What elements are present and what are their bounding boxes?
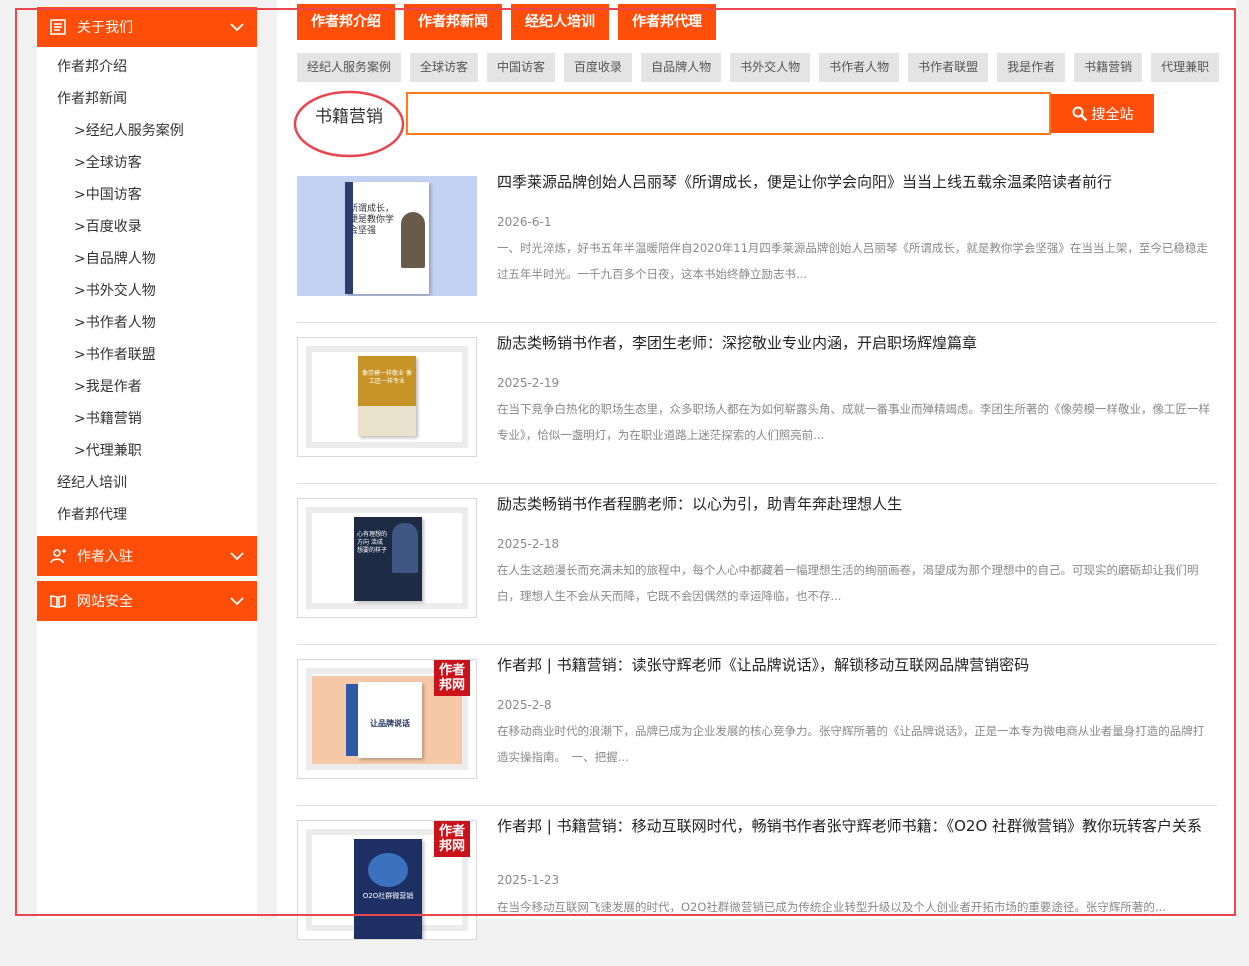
subtab-global-visitors[interactable]: 全球访客 [410,53,479,82]
book-cover-title: 像劳模一样敬业 像工匠一样专业 [362,370,412,385]
article-item[interactable]: 所谓成长，便是教你学会坚强 四季莱源品牌创始人吕丽琴《所谓成长，便是让你学会向阳… [297,161,1217,323]
subtab-agency-parttime[interactable]: 代理兼职 [1151,53,1220,82]
watermark-badge: 作者邦网 [434,821,470,857]
article-thumbnail[interactable]: 心有理想的方向 活成想要的样子 [297,498,477,618]
article-item[interactable]: 让品牌说话 作者邦网 作者邦 | 书籍营销：读张守辉老师《让品牌说话》，解锁移动… [297,644,1217,806]
article-item[interactable]: 心有理想的方向 活成想要的样子 励志类畅销书作者程鹏老师：以心为引，助青年奔赴理… [297,483,1217,645]
article-date: 2025-2-8 [497,698,552,712]
subtab-agent-cases[interactable]: 经纪人服务案例 [297,53,402,82]
sidebar-item-author-alliance[interactable]: >书作者联盟 [37,339,257,371]
author-photo [401,212,425,268]
chevron-down-icon [230,597,244,606]
main-content: 作者邦介绍 作者邦新闻 经纪人培训 作者邦代理 经纪人服务案例 全球访客 中国访… [277,0,1236,940]
category-title: 书籍营销 [315,107,383,127]
article-title[interactable]: 四季莱源品牌创始人吕丽琴《所谓成长，便是让你学会向阳》当当上线五载余温柔陪读者前… [497,169,1212,195]
sidebar-item-china-visitors[interactable]: >中国访客 [37,179,257,211]
chevron-down-icon [230,23,244,32]
article-excerpt: 在移动商业时代的浪潮下，品牌已成为企业发展的核心竞争力。张守辉所著的《让品牌说话… [497,724,1205,764]
sidebar-item-baidu-index[interactable]: >百度收录 [37,211,257,243]
sidebar-item-agency[interactable]: 作者邦代理 [37,499,257,531]
chevron-down-icon [230,552,244,561]
search-button-label: 搜全站 [1091,106,1134,123]
sidebar-section-label: 关于我们 [77,20,133,36]
book-cover-title: 所谓成长，便是教你学会坚强 [349,204,395,236]
sidebar-item-agency-parttime[interactable]: >代理兼职 [37,435,257,467]
subtab-china-visitors[interactable]: 中国访客 [487,53,556,82]
user-add-icon [49,547,67,565]
article-date: 2025-2-19 [497,376,560,390]
tab-agency[interactable]: 作者邦代理 [618,4,716,40]
tab-agent-training[interactable]: 经纪人培训 [511,4,609,40]
article-title[interactable]: 作者邦 | 书籍营销：读张守辉老师《让品牌说话》，解锁移动互联网品牌营销密码 [497,652,1212,678]
book-cover: 让品牌说话 [358,682,422,758]
subtab-book-marketing[interactable]: 书籍营销 [1074,53,1143,82]
book-icon [49,592,67,610]
book-cover-title: 心有理想的方向 活成想要的样子 [357,531,388,554]
watermark-badge: 作者邦网 [434,660,470,696]
subtab-baidu-index[interactable]: 百度收录 [564,53,633,82]
book-cover-title: O2O社群微营销 [362,892,414,900]
sidebar-item-i-am-author[interactable]: >我是作者 [37,371,257,403]
sidebar-item-book-diplomacy[interactable]: >书外交人物 [37,275,257,307]
list-icon [49,18,67,36]
book-cover: O2O社群微营销 [354,839,422,939]
sidebar-menu: 作者邦介绍 作者邦新闻 >经纪人服务案例 >全球访客 >中国访客 >百度收录 >… [37,47,257,535]
book-cover: 心有理想的方向 活成想要的样子 [354,517,422,601]
subtab-self-brand[interactable]: 自品牌人物 [641,53,722,82]
article-date: 2025-1-23 [497,873,560,887]
sidebar-item-self-brand[interactable]: >自品牌人物 [37,243,257,275]
book-cover: 所谓成长，便是教你学会坚强 [345,182,429,294]
book-spine [345,182,353,294]
article-item[interactable]: O2O社群微营销 作者邦网 作者邦 | 书籍营销：移动互联网时代，畅销书作者张守… [297,805,1217,966]
tab-news[interactable]: 作者邦新闻 [404,4,502,40]
sidebar-item-book-marketing[interactable]: >书籍营销 [37,403,257,435]
search-input[interactable] [406,92,1051,135]
article-item[interactable]: 像劳模一样敬业 像工匠一样专业 励志类畅销书作者，李团生老师：深挖敬业专业内涵，… [297,322,1217,484]
top-tabs: 作者邦介绍 作者邦新闻 经纪人培训 作者邦代理 [297,4,716,40]
sidebar-item-global-visitors[interactable]: >全球访客 [37,147,257,179]
book-cover-title: 让品牌说话 [370,719,410,728]
sidebar-section-about[interactable]: 关于我们 [37,7,257,47]
sidebar-section-site-security[interactable]: 网站安全 [37,581,257,621]
article-excerpt: 一、时光淬炼，好书五年半温暖陪伴自2020年11月四季莱源品牌创始人吕丽琴《所谓… [497,241,1208,281]
article-date: 2026-6-1 [497,215,552,229]
article-thumbnail[interactable]: O2O社群微营销 作者邦网 [297,820,477,940]
subtab-book-authors[interactable]: 书作者人物 [819,53,900,82]
article-excerpt: 在当今移动互联网飞速发展的时代，O2O社群微营销已成为传统企业转型升级以及个人创… [497,900,1166,914]
sidebar-section-label: 作者入驻 [77,549,133,565]
article-thumbnail[interactable]: 所谓成长，便是教你学会坚强 [297,176,477,296]
sidebar-section-label: 网站安全 [77,594,133,610]
sidebar-item-agent-cases[interactable]: >经纪人服务案例 [37,115,257,147]
article-title[interactable]: 励志类畅销书作者程鹏老师：以心为引，助青年奔赴理想人生 [497,491,1212,517]
article-title[interactable]: 作者邦 | 书籍营销：移动互联网时代，畅销书作者张守辉老师书籍：《O2O 社群微… [497,813,1212,839]
search-button[interactable]: 搜全站 [1051,94,1154,133]
author-photo [392,523,418,573]
book-cover: 像劳模一样敬业 像工匠一样专业 [358,356,416,436]
article-excerpt: 在当下竞争白热化的职场生态里，众多职场人都在为如何崭露头角、成就一番事业而殚精竭… [497,402,1210,442]
book-spine [346,684,358,756]
sidebar: 关于我们 作者邦介绍 作者邦新闻 >经纪人服务案例 >全球访客 >中国访客 >百… [37,7,257,919]
sidebar-item-intro[interactable]: 作者邦介绍 [37,51,257,83]
subtab-i-am-author[interactable]: 我是作者 [997,53,1066,82]
sidebar-item-news[interactable]: 作者邦新闻 [37,83,257,115]
article-title[interactable]: 励志类畅销书作者，李团生老师：深挖敬业专业内涵，开启职场辉煌篇章 [497,330,1212,356]
sidebar-section-author-join[interactable]: 作者入驻 [37,536,257,576]
subtab-book-diplomacy[interactable]: 书外交人物 [730,53,811,82]
sub-tabs: 经纪人服务案例 全球访客 中国访客 百度收录 自品牌人物 书外交人物 书作者人物… [297,53,1220,82]
book-cover-art [368,853,408,887]
sidebar-item-book-authors[interactable]: >书作者人物 [37,307,257,339]
article-thumbnail[interactable]: 让品牌说话 作者邦网 [297,659,477,779]
tab-intro[interactable]: 作者邦介绍 [297,4,395,40]
book-cover-art [358,406,416,436]
article-date: 2025-2-18 [497,537,560,551]
sidebar-item-agent-training[interactable]: 经纪人培训 [37,467,257,499]
article-excerpt: 在人生这趟漫长而充满未知的旅程中，每个人心中都藏着一幅理想生活的绚丽画卷，渴望成… [497,563,1199,603]
search-icon [1072,106,1087,121]
article-thumbnail[interactable]: 像劳模一样敬业 像工匠一样专业 [297,337,477,457]
subtab-author-alliance[interactable]: 书作者联盟 [908,53,989,82]
